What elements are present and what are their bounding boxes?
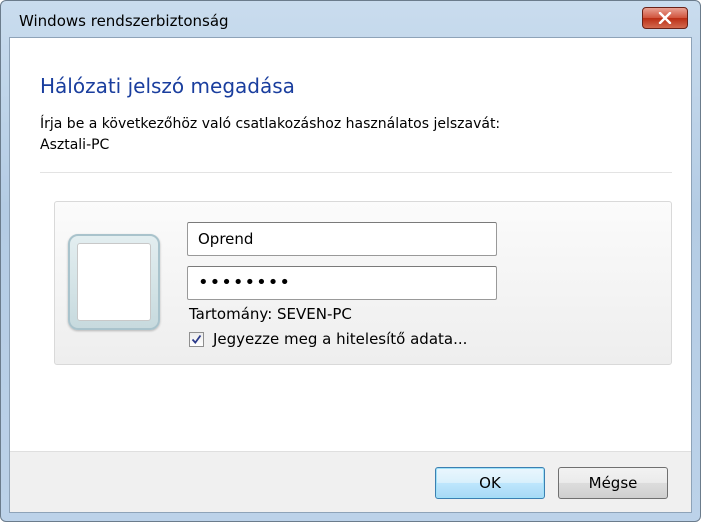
domain-label: Tartomány: SEVEN-PC	[189, 305, 352, 323]
button-bar: OK Mégse	[10, 451, 691, 512]
remember-checkbox[interactable]	[189, 332, 204, 347]
title-bar[interactable]: Windows rendszerbiztonság	[1, 1, 700, 37]
user-tile-picture-frame	[77, 243, 151, 321]
target-computer-name: Asztali-PC	[40, 137, 110, 153]
dialog-client-area: Hálózati jelszó megadása Írja be a követ…	[9, 37, 692, 513]
ok-button[interactable]: OK	[435, 467, 545, 499]
cancel-button[interactable]: Mégse	[558, 467, 668, 499]
instruction-text: Írja be a következőhöz való csatlakozásh…	[40, 114, 500, 156]
username-input[interactable]: Oprend	[187, 222, 497, 256]
remember-label[interactable]: Jegyezze meg a hitelesítő adata...	[213, 330, 467, 348]
user-tile-icon	[68, 234, 160, 330]
credential-tile: Oprend •••••••• Tartomány: SEVEN-PC Jegy…	[54, 201, 672, 365]
close-x-icon	[658, 12, 672, 24]
divider	[40, 172, 672, 173]
close-button[interactable]	[642, 7, 688, 29]
password-input[interactable]: ••••••••	[187, 266, 497, 300]
instruction-line: Írja be a következőhöz való csatlakozásh…	[40, 116, 501, 132]
window-title: Windows rendszerbiztonság	[19, 12, 229, 30]
dialog-window: Windows rendszerbiztonság Hálózati jelsz…	[0, 0, 701, 522]
checkmark-icon	[191, 334, 202, 345]
dialog-heading: Hálózati jelszó megadása	[40, 74, 295, 98]
